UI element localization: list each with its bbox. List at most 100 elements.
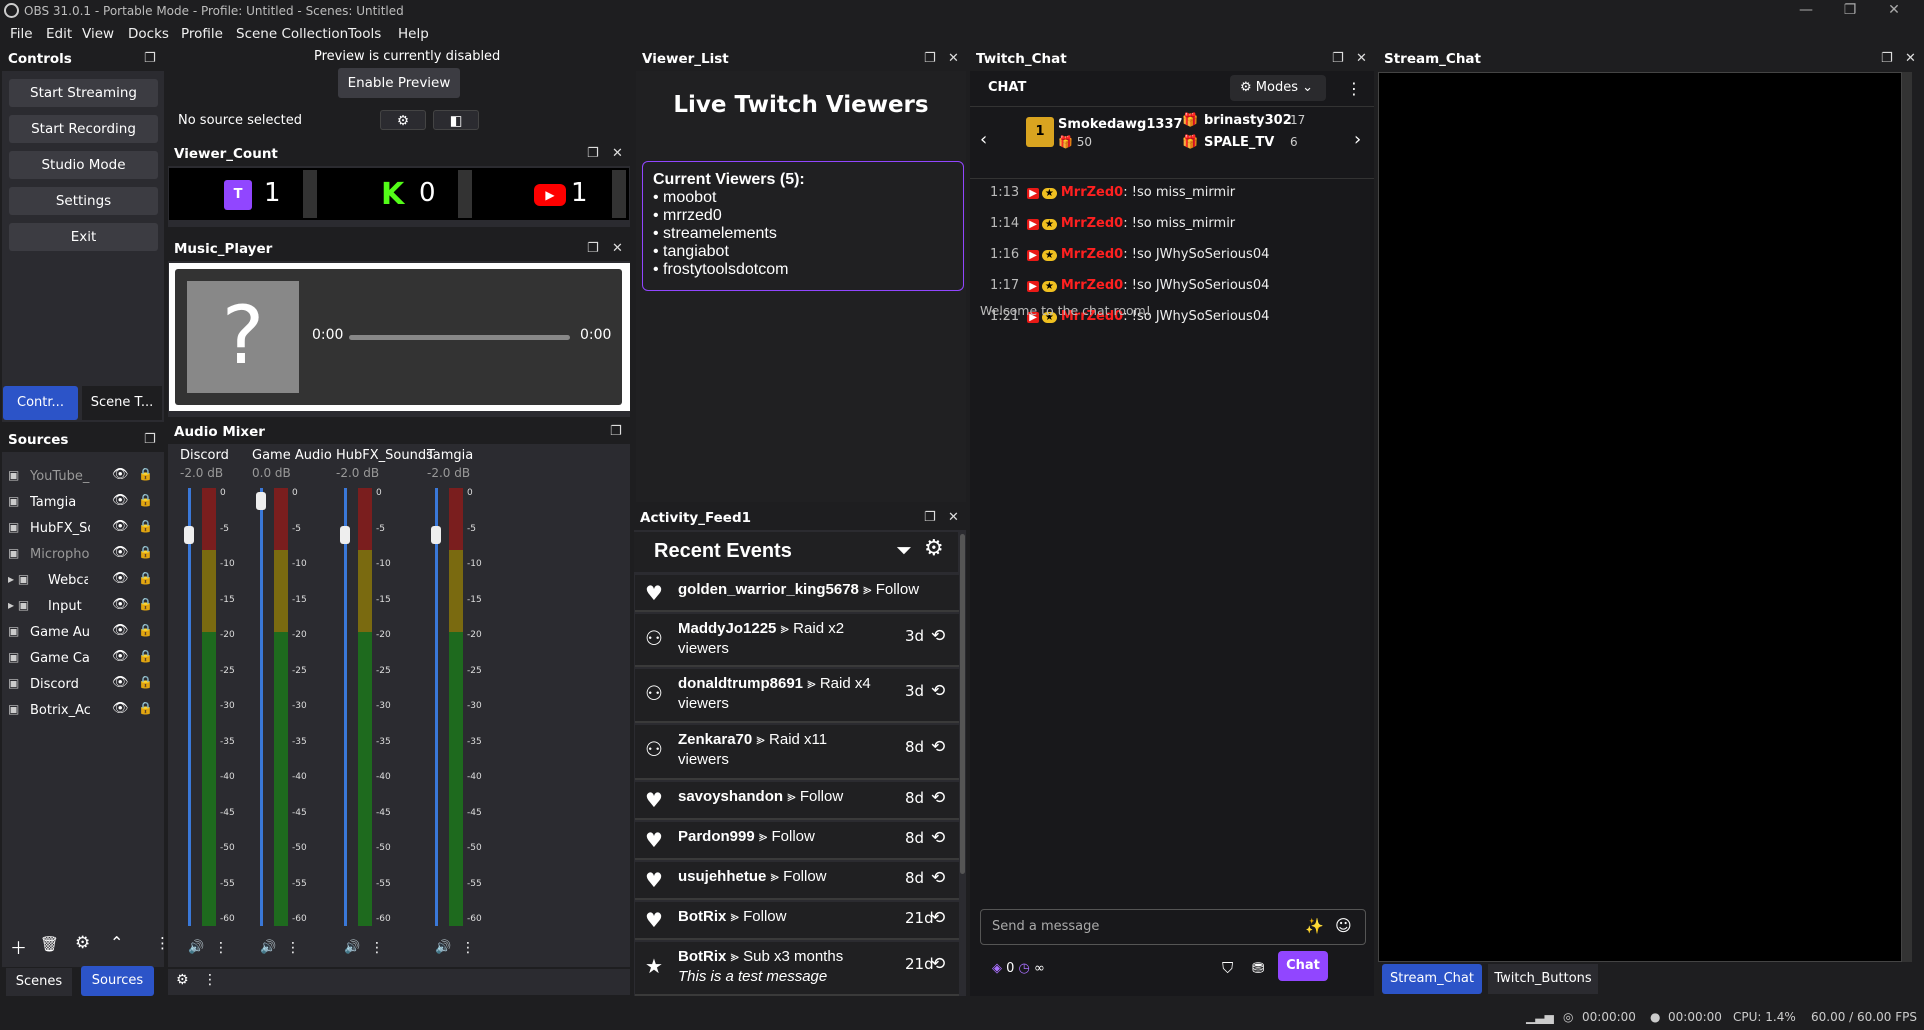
chat-username[interactable]: MrrZed0 (1061, 185, 1123, 200)
lock-icon[interactable]: 🔒 (138, 623, 153, 637)
menu-help[interactable]: Help (398, 26, 429, 42)
add-source-icon[interactable]: ＋ (10, 934, 27, 959)
menu-edit[interactable]: Edit (46, 26, 72, 42)
eye-icon[interactable]: 👁 (112, 467, 129, 482)
volume-slider-handle[interactable] (431, 526, 441, 544)
close-icon[interactable]: ✕ (1905, 51, 1916, 66)
lock-icon[interactable]: 🔒 (138, 597, 153, 611)
channel-points[interactable]: ◈ 0 ◷ ∞ (992, 961, 1045, 976)
close-icon[interactable]: ✕ (948, 51, 959, 66)
chat-username[interactable]: MrrZed0 (1061, 247, 1123, 262)
replay-icon[interactable]: ⟲ (931, 954, 945, 974)
tab-scenes[interactable]: Scenes (6, 968, 72, 996)
source-item[interactable]: ▣HubFX_Soun👁🔒 (2, 517, 164, 541)
eye-icon[interactable]: 👁 (112, 571, 129, 586)
exit-button[interactable]: Exit (9, 223, 158, 251)
source-item[interactable]: ▣YouTube_Mu👁🔒 (2, 465, 164, 489)
move-up-icon[interactable]: ⌃ (110, 933, 123, 952)
celebrate-icon[interactable]: ✨ (1305, 917, 1324, 935)
studio-mode-button[interactable]: Studio Mode (9, 151, 158, 179)
replay-icon[interactable]: ⟲ (931, 681, 945, 701)
eye-icon[interactable]: 👁 (112, 493, 129, 508)
lock-icon[interactable]: 🔒 (138, 467, 153, 481)
lock-icon[interactable]: 🔒 (138, 571, 153, 585)
chevron-right-icon[interactable]: › (1354, 129, 1361, 150)
speaker-icon[interactable]: 🔊 (188, 940, 204, 955)
undock-icon[interactable]: ❐ (1332, 51, 1344, 66)
source-item[interactable]: ▣ Discord 👁 🔒 (2, 673, 164, 697)
speaker-icon[interactable]: 🔊 (435, 940, 451, 955)
scrollbar[interactable] (303, 170, 317, 218)
filter-icon[interactable]: ⏷ (896, 538, 912, 562)
volume-slider-track[interactable] (435, 488, 438, 926)
volume-slider-handle[interactable] (184, 526, 194, 544)
close-icon[interactable]: ✕ (612, 146, 623, 161)
lock-icon[interactable]: 🔒 (138, 493, 153, 507)
eye-icon[interactable]: 👁 (112, 701, 129, 716)
tab-stream-chat[interactable]: Stream_Chat (1382, 964, 1482, 994)
remove-source-icon[interactable]: 🗑 (40, 935, 59, 953)
lock-icon[interactable]: 🔒 (138, 701, 153, 715)
more-options-icon[interactable]: ⋮ (370, 940, 384, 956)
settings-button[interactable]: Settings (9, 187, 158, 215)
maximize-button[interactable]: ❐ (1828, 0, 1872, 22)
menu-docks[interactable]: Docks (128, 26, 169, 42)
menu-profile[interactable]: Profile (181, 26, 223, 42)
volume-slider-track[interactable] (188, 488, 191, 926)
more-options-icon[interactable]: ⋮ (286, 940, 300, 956)
stream-chat-browser[interactable] (1378, 72, 1902, 962)
emote-icon[interactable]: ☺ (1335, 916, 1352, 935)
replay-icon[interactable]: ⟲ (931, 788, 945, 808)
eye-icon[interactable]: 👁 (112, 519, 129, 534)
volume-slider-handle[interactable] (340, 526, 350, 544)
lock-icon[interactable]: 🔒 (138, 519, 153, 533)
scrollbar[interactable] (612, 170, 626, 218)
menu-scene-collection[interactable]: Scene Collection (236, 26, 348, 42)
chat-send-button[interactable]: Chat (1278, 951, 1328, 981)
scrollbar[interactable] (1902, 72, 1912, 962)
undock-icon[interactable]: ❐ (924, 510, 936, 525)
source-item[interactable]: ▸ ▣ Webcam 👁 🔒 (2, 569, 164, 593)
source-item[interactable]: ▣ Tamgia 👁 🔒 (2, 491, 164, 515)
volume-slider-track[interactable] (260, 488, 263, 926)
chat-username[interactable]: MrrZed0 (1061, 278, 1123, 293)
volume-slider-handle[interactable] (256, 492, 266, 510)
source-properties-icon[interactable]: ⚙ (75, 933, 90, 953)
tab-sources[interactable]: Sources (81, 966, 154, 996)
undock-icon[interactable]: ❐ (924, 51, 936, 66)
close-icon[interactable]: ✕ (612, 241, 623, 256)
speaker-icon[interactable]: 🔊 (344, 940, 360, 955)
more-options-icon[interactable]: ⋮ (214, 940, 228, 956)
shield-icon[interactable]: ⛉ (1222, 959, 1233, 977)
chat-username[interactable]: MrrZed0 (1061, 216, 1123, 231)
replay-icon[interactable]: ⟲ (931, 626, 945, 646)
replay-icon[interactable]: ⟲ (931, 828, 945, 848)
undock-icon[interactable]: ❐ (587, 241, 599, 256)
tab-scene-transitions[interactable]: Scene T... (82, 386, 162, 420)
enable-preview-button[interactable]: Enable Preview (338, 68, 460, 98)
speaker-icon[interactable]: 🔊 (260, 940, 276, 955)
lock-icon[interactable]: 🔒 (138, 545, 153, 559)
more-options-icon[interactable]: ⋮ (1346, 79, 1362, 98)
menu-view[interactable]: View (82, 26, 114, 42)
scrollbar[interactable] (960, 534, 965, 874)
start-recording-button[interactable]: Start Recording (9, 115, 158, 143)
eye-icon[interactable]: 👁 (112, 545, 129, 560)
chat-input[interactable]: Send a message ✨ ☺ (980, 909, 1366, 945)
source-item[interactable]: ▣Botrix_Activi👁🔒 (2, 699, 164, 723)
seek-bar[interactable] (349, 335, 570, 340)
more-options-icon[interactable]: ⋮ (203, 972, 217, 988)
close-icon[interactable]: ✕ (948, 510, 959, 525)
source-item[interactable]: ▸ ▣ Input 👁 🔒 (2, 595, 164, 619)
source-item[interactable]: ▣Microphone👁🔒 (2, 543, 164, 567)
replay-icon[interactable]: ⟲ (931, 868, 945, 888)
modes-dropdown[interactable]: ⚙ Modes ⌄ (1230, 75, 1326, 101)
gear-icon[interactable]: ⚙ (380, 110, 426, 130)
eye-icon[interactable]: 👁 (112, 649, 129, 664)
eye-icon[interactable]: 👁 (112, 623, 129, 638)
minimize-button[interactable]: — (1784, 0, 1828, 22)
scrollbar[interactable] (458, 170, 472, 218)
gear-icon[interactable]: ⚙ (176, 972, 189, 988)
chevron-left-icon[interactable]: ‹ (980, 129, 987, 150)
filters-icon[interactable]: ◧ (433, 110, 479, 130)
